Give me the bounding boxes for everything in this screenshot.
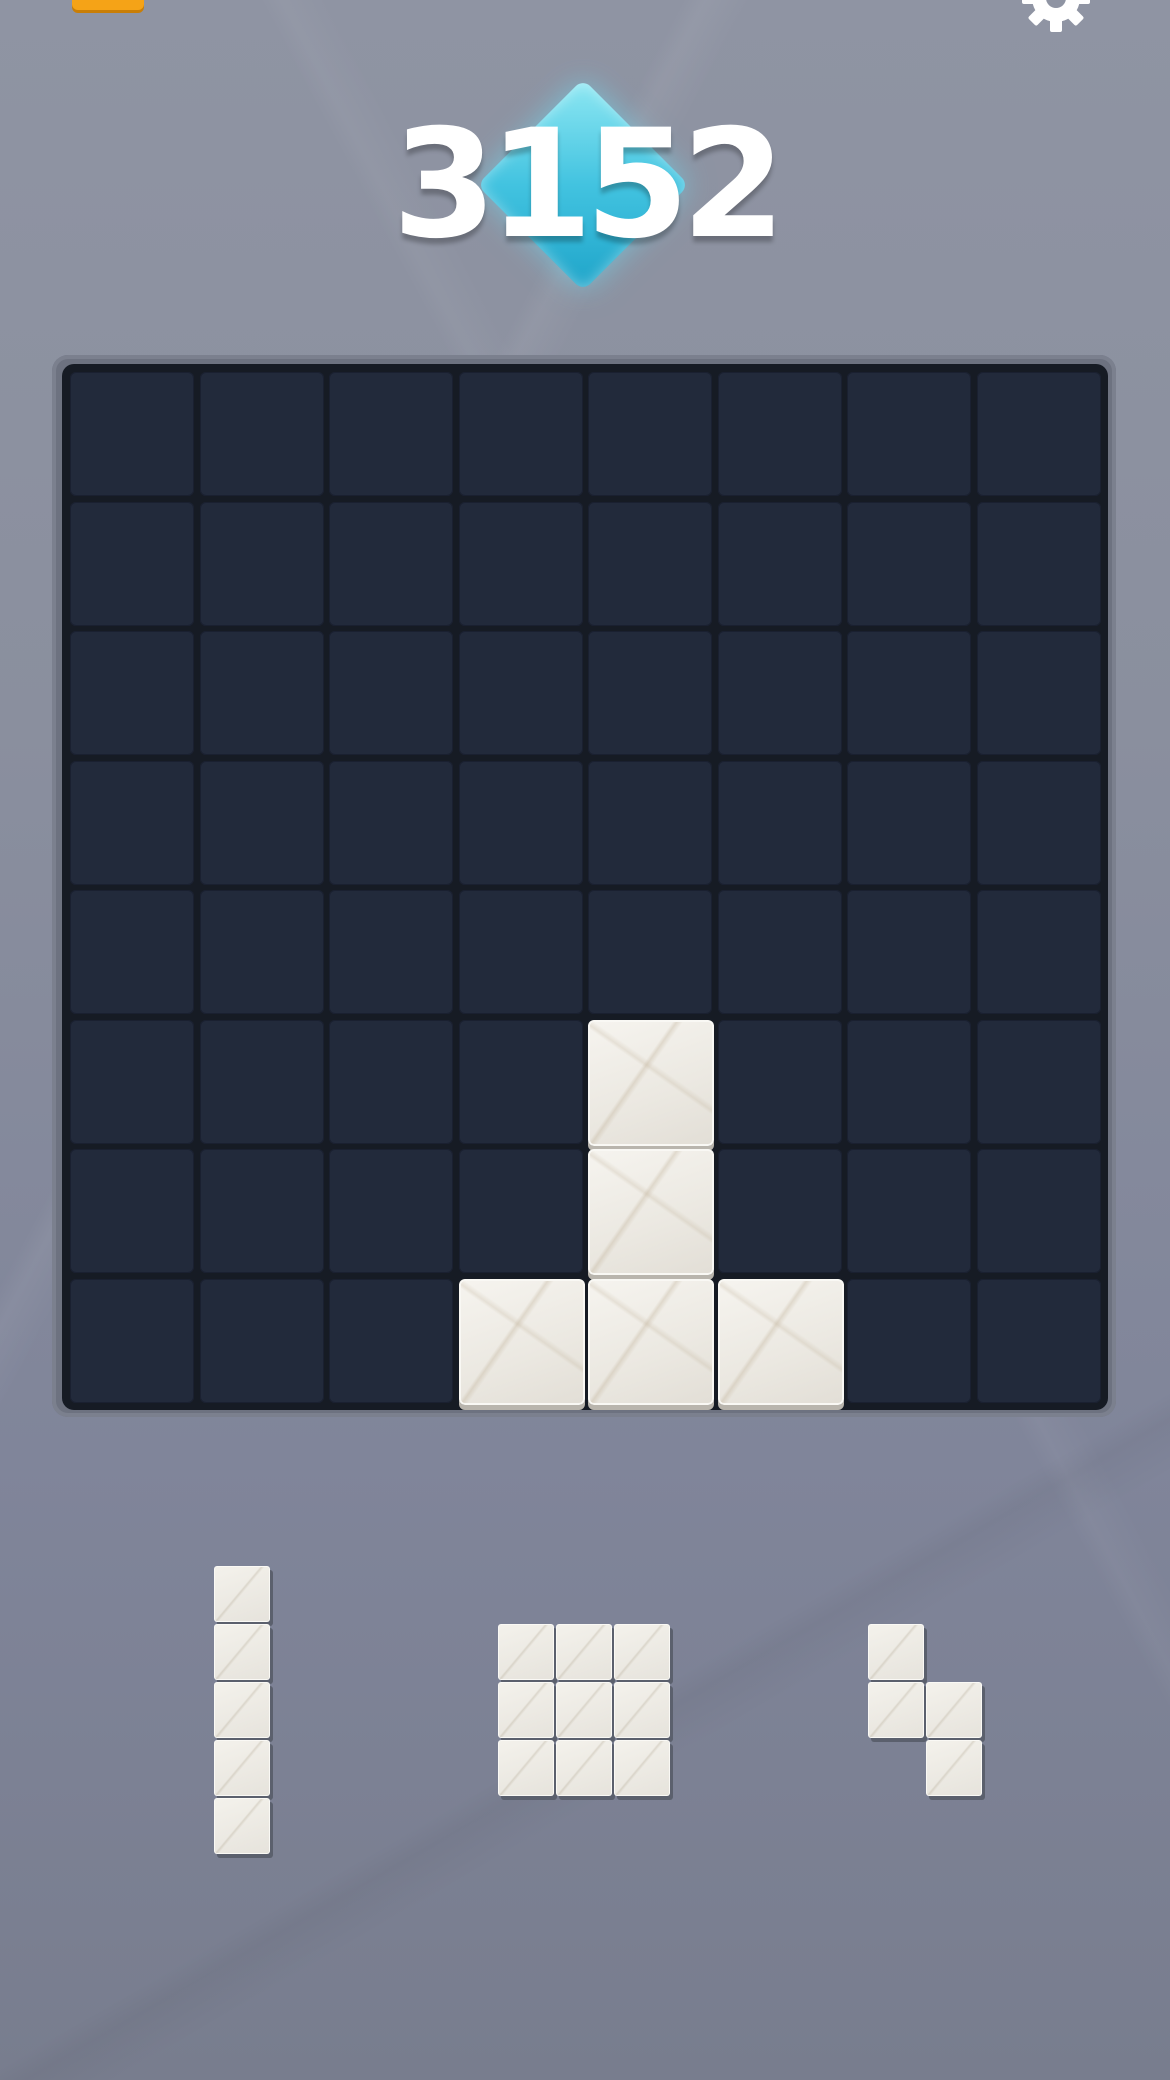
empty-cell[interactable] [70,501,194,626]
empty-cell[interactable] [847,760,971,885]
empty-cell[interactable] [976,890,1101,1014]
piece-tile [556,1682,612,1738]
piece-tile [614,1624,670,1680]
empty-cell[interactable] [588,372,712,496]
empty-cell[interactable] [976,372,1101,496]
empty-cell[interactable] [588,501,712,626]
empty-cell[interactable] [976,1019,1101,1144]
piece-tile [214,1624,270,1680]
empty-cell[interactable] [976,631,1101,755]
empty-cell[interactable] [976,501,1101,626]
empty-cell[interactable] [847,1019,971,1144]
empty-cell[interactable] [199,1278,324,1403]
empty-cell[interactable] [329,1149,453,1273]
empty-cell[interactable] [847,1149,971,1273]
piece-tile [868,1624,924,1680]
game-board[interactable] [62,364,1108,1410]
piece-tile [868,1682,924,1738]
filled-block[interactable] [588,1278,714,1405]
empty-cell[interactable] [458,890,583,1014]
empty-cell[interactable] [847,501,971,626]
empty-cell[interactable] [199,1149,324,1273]
empty-cell[interactable] [976,1149,1101,1273]
piece-tile [214,1682,270,1738]
piece-tile [926,1682,982,1738]
empty-cell[interactable] [717,1149,842,1273]
empty-cell[interactable] [847,631,971,755]
empty-cell[interactable] [70,1149,194,1273]
piece-tile [614,1682,670,1738]
empty-cell[interactable] [847,1278,971,1403]
empty-cell[interactable] [588,890,712,1014]
piece-tile [614,1740,670,1796]
piece-tile [214,1798,270,1854]
empty-cell[interactable] [717,631,842,755]
empty-cell[interactable] [588,631,712,755]
empty-cell[interactable] [199,1019,324,1144]
filled-block[interactable] [458,1278,585,1405]
filled-block[interactable] [588,1019,714,1146]
empty-cell[interactable] [717,372,842,496]
piece-tile [926,1740,982,1796]
empty-cell[interactable] [458,760,583,885]
empty-cell[interactable] [70,1278,194,1403]
empty-cell[interactable] [70,760,194,885]
piece-tile [214,1566,270,1622]
score-area: 3152 [0,60,1170,310]
score-value: 3152 [392,98,785,272]
empty-cell[interactable] [329,501,453,626]
empty-cell[interactable] [329,1019,453,1144]
empty-cell[interactable] [199,760,324,885]
empty-cell[interactable] [588,760,712,885]
empty-cell[interactable] [717,1019,842,1144]
gear-icon[interactable] [1020,0,1092,34]
empty-cell[interactable] [329,890,453,1014]
empty-cell[interactable] [458,501,583,626]
empty-cell[interactable] [717,501,842,626]
empty-cell[interactable] [70,372,194,496]
empty-cell[interactable] [717,890,842,1014]
empty-cell[interactable] [976,1278,1101,1403]
empty-cell[interactable] [70,890,194,1014]
empty-cell[interactable] [329,1278,453,1403]
empty-cell[interactable] [199,890,324,1014]
empty-cell[interactable] [70,631,194,755]
empty-cell[interactable] [458,1019,583,1144]
piece-tile [556,1740,612,1796]
piece-tile [498,1624,554,1680]
empty-cell[interactable] [847,372,971,496]
empty-cell[interactable] [847,890,971,1014]
menu-button[interactable] [72,0,144,10]
empty-cell[interactable] [329,760,453,885]
empty-cell[interactable] [199,372,324,496]
empty-cell[interactable] [717,760,842,885]
filled-block[interactable] [717,1278,844,1405]
empty-cell[interactable] [70,1019,194,1144]
piece-tile [214,1740,270,1796]
empty-cell[interactable] [458,1149,583,1273]
piece-tile [498,1682,554,1738]
filled-block[interactable] [588,1149,714,1275]
empty-cell[interactable] [199,631,324,755]
empty-cell[interactable] [329,631,453,755]
empty-cell[interactable] [329,372,453,496]
piece-tile [498,1740,554,1796]
empty-cell[interactable] [199,501,324,626]
piece-tile [556,1624,612,1680]
empty-cell[interactable] [458,372,583,496]
empty-cell[interactable] [458,631,583,755]
empty-cell[interactable] [976,760,1101,885]
